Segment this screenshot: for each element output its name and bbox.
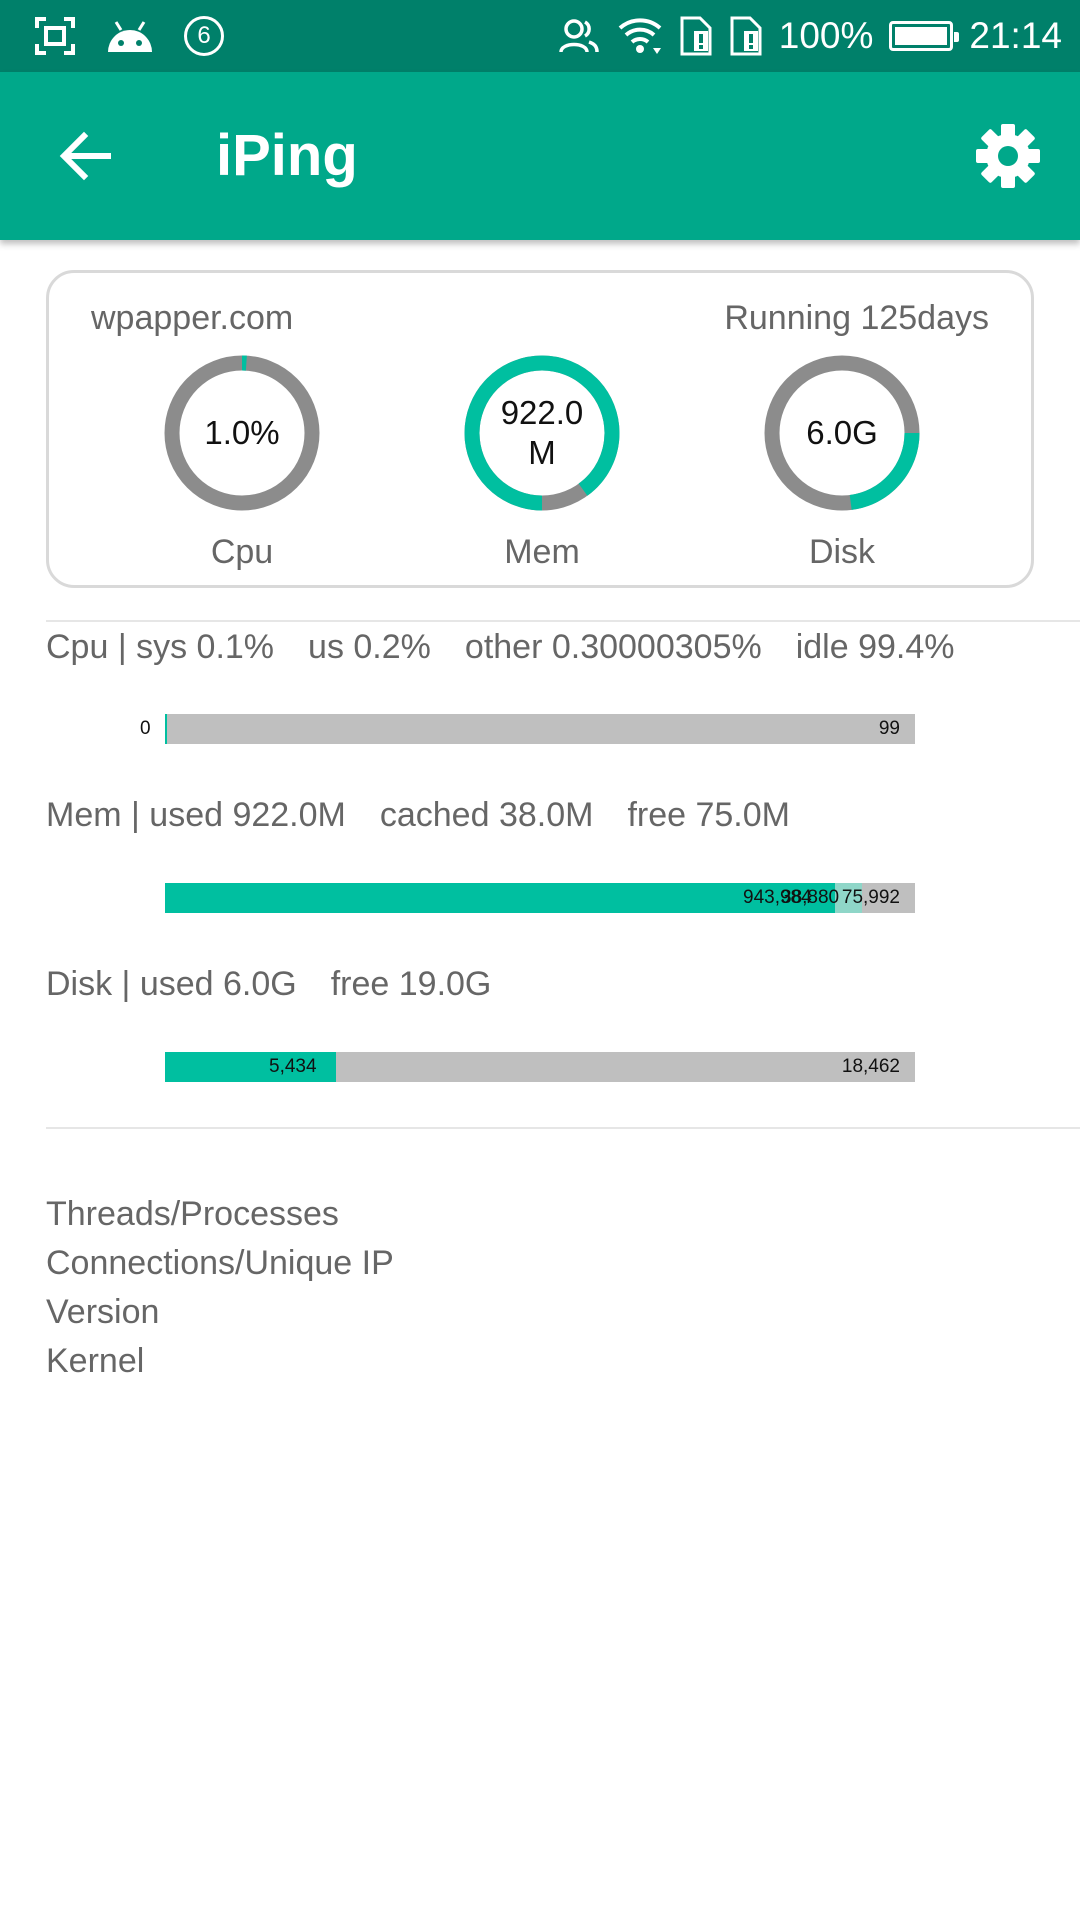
settings-button[interactable] xyxy=(972,120,1044,192)
mem-used: Mem | used 922.0M xyxy=(46,796,346,834)
status-bar-right: 100% 21:14 xyxy=(559,12,1062,60)
disk-free: free 19.0G xyxy=(330,965,492,1003)
disk-bar-free-label: 18,462 xyxy=(841,1056,900,1077)
cpu-gauge-value: 1.0% xyxy=(204,414,280,451)
disk-gauge-value: 6.0G xyxy=(806,414,878,451)
version-label: Version xyxy=(46,1293,160,1331)
sim2-icon xyxy=(730,16,762,56)
mem-free: free 75.0M xyxy=(627,796,790,834)
clock: 21:14 xyxy=(969,15,1062,56)
host-name: wpapper.com xyxy=(91,299,294,337)
mem-bar-used xyxy=(165,883,835,913)
battery-percent: 100% xyxy=(778,15,874,56)
mem-gauge: 922.0 M Mem xyxy=(462,353,622,572)
status-bar-left: 6 xyxy=(34,14,224,58)
disk-used: Disk | used 6.0G xyxy=(46,965,297,1003)
notification-count-icon: 6 xyxy=(184,16,224,56)
summary-card: wpapper.com Running 125days 1.0% Cpu 922… xyxy=(46,270,1034,588)
mem-gauge-value: 922.0 M xyxy=(500,394,584,471)
mem-bar-free-label: 75,992 xyxy=(841,887,900,908)
kernel-label: Kernel xyxy=(46,1342,145,1380)
divider xyxy=(46,620,1080,622)
cpu-gauge-label: Cpu xyxy=(210,533,274,571)
cpu-bar-used-label: 0 xyxy=(140,718,151,739)
battery-icon xyxy=(889,21,960,51)
info-list: Threads/Processes Connections/Unique IP … xyxy=(46,1190,394,1386)
cpu-stats: Cpu | sys 0.1% us 0.2% other 0.30000305% id… xyxy=(46,628,989,667)
disk-gauge-label: Disk xyxy=(808,533,876,571)
connections-label: Connections/Unique IP xyxy=(46,1244,394,1282)
cpu-bar-used xyxy=(165,714,167,744)
cpu-sys: Cpu | sys 0.1% xyxy=(46,628,275,666)
cpu-gauge: 1.0% Cpu xyxy=(162,353,322,572)
uptime: Running 125days xyxy=(724,299,989,337)
cpu-us: us 0.2% xyxy=(308,628,431,666)
threads-processes-label: Threads/Processes xyxy=(46,1195,339,1233)
divider xyxy=(46,1127,1080,1129)
contacts-icon xyxy=(559,19,599,53)
mem-stats: Mem | used 922.0M cached 38.0M free 75.0M xyxy=(46,796,824,835)
back-button[interactable] xyxy=(54,124,118,188)
mem-gauge-label: Mem xyxy=(504,533,580,571)
cpu-bar: 0 99 xyxy=(140,714,915,744)
disk-stats: Disk | used 6.0G free 19.0G xyxy=(46,965,525,1004)
disk-gauge: 6.0G Disk xyxy=(762,353,922,572)
android-icon xyxy=(108,21,152,52)
gear-icon xyxy=(976,124,1040,188)
cpu-other: other 0.30000305% xyxy=(464,628,762,666)
disk-bar: 5,434 18,462 xyxy=(165,1052,915,1082)
page-title: iPing xyxy=(216,123,358,188)
disk-bar-used-label: 5,434 xyxy=(269,1056,317,1077)
app-bar: iPing xyxy=(0,72,1080,240)
mem-bar: 943,984 38,880 75,992 xyxy=(165,883,915,913)
mem-bar-cached-label: 38,880 xyxy=(781,887,840,908)
screenshot-icon xyxy=(35,17,75,55)
sim1-icon xyxy=(680,16,712,56)
cpu-idle: idle 99.4% xyxy=(795,628,955,666)
mem-cached: cached 38.0M xyxy=(379,796,594,834)
status-bar: 6 100% 21:14 xyxy=(0,0,1080,72)
wifi-icon xyxy=(618,18,662,54)
cpu-bar-idle-label: 99 xyxy=(878,718,900,739)
arrow-back-icon xyxy=(59,131,111,181)
